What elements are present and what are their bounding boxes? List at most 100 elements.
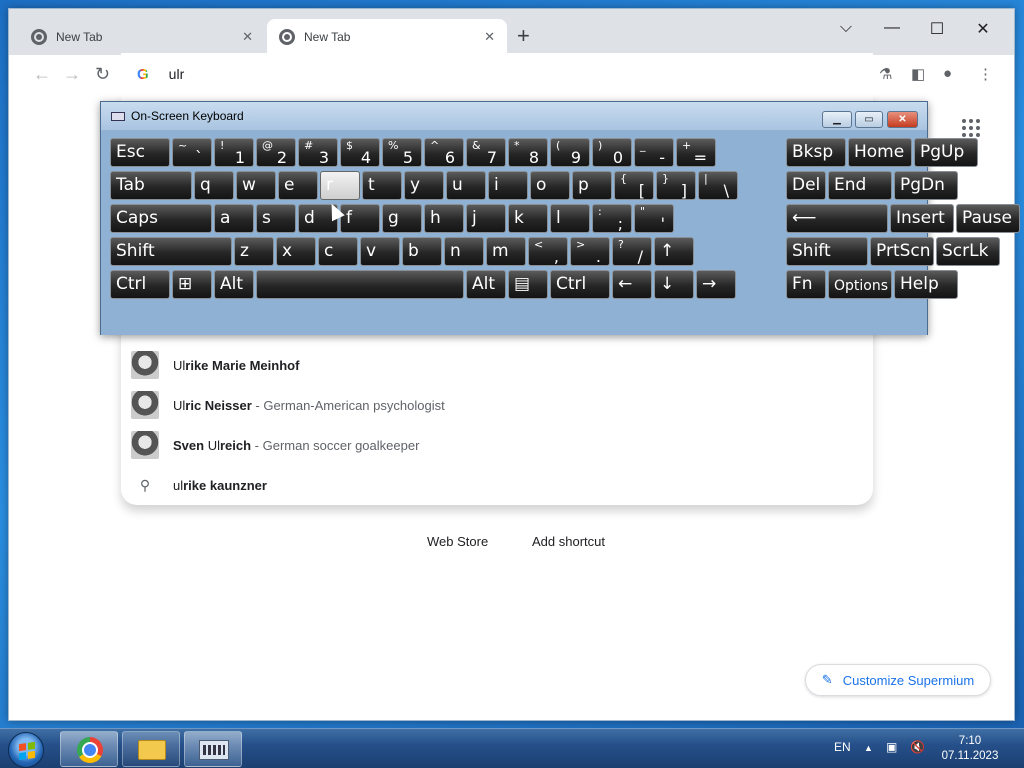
key-shift[interactable]: Shift bbox=[110, 237, 232, 266]
key-symbol[interactable]: ← bbox=[612, 270, 652, 299]
key-home[interactable]: Home bbox=[848, 138, 912, 167]
key-9[interactable]: (9 bbox=[550, 138, 590, 167]
key-alt[interactable]: Alt bbox=[466, 270, 506, 299]
key-h[interactable]: h bbox=[424, 204, 464, 233]
key-symbol[interactable]: ⟵ bbox=[786, 204, 888, 233]
key-shift[interactable]: Shift bbox=[786, 237, 868, 266]
key-scrlk[interactable]: ScrLk bbox=[936, 237, 1000, 266]
tab-search-chevron-icon[interactable]: ⌵ bbox=[831, 19, 861, 37]
address-bar-text[interactable]: ulr bbox=[169, 66, 185, 82]
key-r[interactable]: r bbox=[320, 171, 360, 200]
key-s[interactable]: s bbox=[256, 204, 296, 233]
key-symbol[interactable]: _ - bbox=[634, 138, 674, 167]
key-e[interactable]: e bbox=[278, 171, 318, 200]
key-4[interactable]: $4 bbox=[340, 138, 380, 167]
tab-close-icon[interactable]: ✕ bbox=[484, 29, 495, 45]
key-i[interactable]: i bbox=[488, 171, 528, 200]
key-j[interactable]: j bbox=[466, 204, 506, 233]
key-n[interactable]: n bbox=[444, 237, 484, 266]
key-u[interactable]: u bbox=[446, 171, 486, 200]
key-c[interactable]: c bbox=[318, 237, 358, 266]
osk-restore-icon[interactable]: ▭ bbox=[855, 111, 883, 128]
key-insert[interactable]: Insert bbox=[890, 204, 954, 233]
side-panel-icon[interactable]: ◧ bbox=[911, 65, 925, 83]
key-del[interactable]: Del bbox=[786, 171, 826, 200]
profile-avatar-icon[interactable]: ● bbox=[943, 65, 952, 82]
network-icon[interactable]: ▣ bbox=[886, 740, 897, 754]
key-tab[interactable]: Tab bbox=[110, 171, 192, 200]
key-fn[interactable]: Fn bbox=[786, 270, 826, 299]
more-menu-icon[interactable]: ⋮ bbox=[978, 65, 993, 83]
google-apps-grid-icon[interactable] bbox=[962, 119, 980, 137]
close-window-icon[interactable]: ✕ bbox=[968, 19, 998, 39]
key-symbol[interactable]: + = bbox=[676, 138, 716, 167]
key-3[interactable]: #3 bbox=[298, 138, 338, 167]
key-pgdn[interactable]: PgDn bbox=[894, 171, 958, 200]
key-6[interactable]: ^ 6 bbox=[424, 138, 464, 167]
key-symbol[interactable]: }] bbox=[656, 171, 696, 200]
key-f[interactable]: f bbox=[340, 204, 380, 233]
key-symbol[interactable]: ⊞ bbox=[172, 270, 212, 299]
forward-arrow-icon[interactable]: → bbox=[63, 64, 81, 85]
key-bksp[interactable]: Bksp bbox=[786, 138, 846, 167]
key-1[interactable]: ! 1 bbox=[214, 138, 254, 167]
key-pgup[interactable]: PgUp bbox=[914, 138, 978, 167]
key-prtscn[interactable]: PrtScn bbox=[870, 237, 934, 266]
osk-close-icon[interactable]: ✕ bbox=[887, 111, 918, 128]
key-alt[interactable]: Alt bbox=[214, 270, 254, 299]
key-l[interactable]: l bbox=[550, 204, 590, 233]
key-help[interactable]: Help bbox=[894, 270, 958, 299]
tab-new-tab-1[interactable]: New Tab ✕ bbox=[19, 19, 265, 55]
tab-new-tab-2[interactable]: New Tab ✕ bbox=[267, 19, 507, 55]
key-end[interactable]: End bbox=[828, 171, 892, 200]
suggestion-row[interactable]: Ulric Neisser - German-American psycholo… bbox=[121, 385, 873, 425]
start-button[interactable] bbox=[8, 732, 44, 768]
new-tab-plus-icon[interactable]: + bbox=[517, 25, 530, 47]
customize-button[interactable]: ✎ Customize Supermium bbox=[805, 664, 991, 696]
minimize-icon[interactable]: — bbox=[877, 19, 907, 37]
key-z[interactable]: z bbox=[234, 237, 274, 266]
key-m[interactable]: m bbox=[486, 237, 526, 266]
key-a[interactable]: a bbox=[214, 204, 254, 233]
key-caps[interactable]: Caps bbox=[110, 204, 212, 233]
key-space[interactable] bbox=[256, 270, 464, 299]
maximize-icon[interactable]: ☐ bbox=[922, 19, 952, 39]
shortcut-web-store[interactable]: Web Store bbox=[427, 534, 488, 549]
key-esc[interactable]: Esc bbox=[110, 138, 170, 167]
key-symbol[interactable]: ▤ bbox=[508, 270, 548, 299]
key-t[interactable]: t bbox=[362, 171, 402, 200]
key-symbol[interactable]: ~ ` bbox=[172, 138, 212, 167]
key-q[interactable]: q bbox=[194, 171, 234, 200]
tray-expand-icon[interactable]: ▲ bbox=[864, 743, 873, 753]
key-7[interactable]: & 7 bbox=[466, 138, 506, 167]
key-symbol[interactable]: → bbox=[696, 270, 736, 299]
key-k[interactable]: k bbox=[508, 204, 548, 233]
key-symbol[interactable]: >. bbox=[570, 237, 610, 266]
back-arrow-icon[interactable]: ← bbox=[33, 64, 51, 85]
suggestion-row[interactable]: ⚲ ulrike kaunzner bbox=[121, 465, 873, 505]
taskbar-osk-button[interactable] bbox=[184, 731, 242, 767]
key-p[interactable]: p bbox=[572, 171, 612, 200]
key-5[interactable]: % 5 bbox=[382, 138, 422, 167]
labs-flask-icon[interactable]: ⚗ bbox=[879, 65, 892, 83]
address-bar[interactable]: G ulr bbox=[121, 53, 873, 95]
taskbar-chrome-button[interactable] bbox=[60, 731, 118, 767]
key-b[interactable]: b bbox=[402, 237, 442, 266]
key-ctrl[interactable]: Ctrl bbox=[550, 270, 610, 299]
osk-minimize-icon[interactable]: ▁ bbox=[822, 111, 852, 128]
key-symbol[interactable]: {[ bbox=[614, 171, 654, 200]
key-8[interactable]: * 8 bbox=[508, 138, 548, 167]
key-ctrl[interactable]: Ctrl bbox=[110, 270, 170, 299]
language-indicator[interactable]: EN bbox=[834, 740, 851, 754]
key-symbol[interactable]: ? / bbox=[612, 237, 652, 266]
tab-close-icon[interactable]: ✕ bbox=[242, 29, 253, 45]
system-clock[interactable]: 7:10 07.11.2023 bbox=[935, 734, 1005, 764]
key-w[interactable]: w bbox=[236, 171, 276, 200]
volume-muted-icon[interactable]: 🔇 bbox=[910, 740, 925, 754]
key-g[interactable]: g bbox=[382, 204, 422, 233]
key-2[interactable]: @2 bbox=[256, 138, 296, 167]
key-o[interactable]: o bbox=[530, 171, 570, 200]
suggestion-row[interactable]: Ulrike Marie Meinhof bbox=[121, 345, 873, 385]
key-x[interactable]: x bbox=[276, 237, 316, 266]
key-symbol[interactable]: <, bbox=[528, 237, 568, 266]
